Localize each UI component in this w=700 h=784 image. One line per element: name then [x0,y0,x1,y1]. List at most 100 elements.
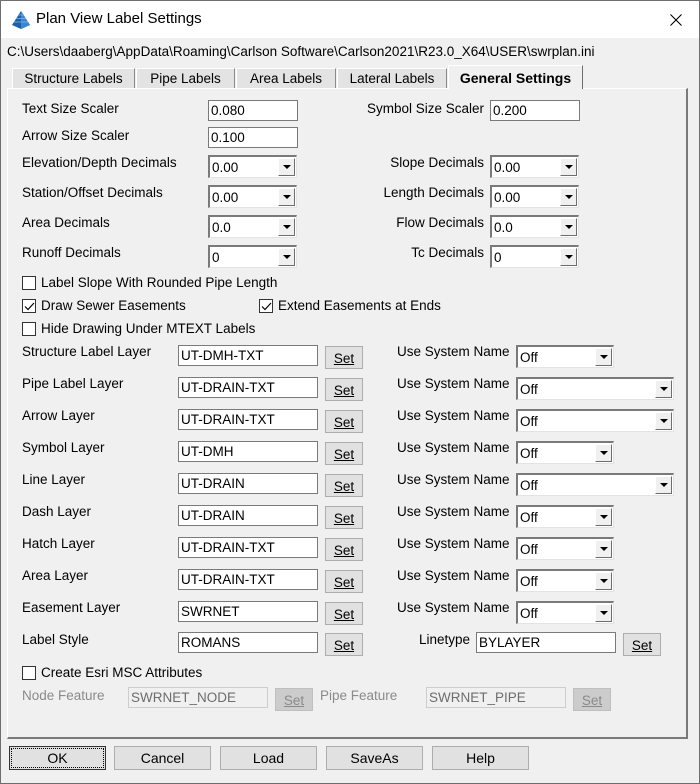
hide-drawing-checkbox[interactable] [22,322,36,336]
arrow-size-scaler-input[interactable]: 0.100 [208,127,298,148]
use-system-name-label: Use System Name [397,440,510,455]
extend-easements-checkbox[interactable] [259,299,273,313]
linetype-set-button[interactable]: Set [623,633,661,656]
hide-drawing-label[interactable]: Hide Drawing Under MTEXT Labels [41,321,255,336]
line-layer-set-button[interactable]: Set [325,474,363,497]
chevron-down-icon[interactable] [595,508,612,526]
arrow-layer-use-system-name-select[interactable]: Off [516,409,674,432]
area-layer-use-system-name-select[interactable]: Off [516,569,614,592]
tab-lateral-labels[interactable]: Lateral Labels [337,68,447,88]
slope-decimals-select[interactable]: 0.00 [490,155,579,178]
draw-sewer-easements-label[interactable]: Draw Sewer Easements [41,298,186,313]
node-feature-set-button[interactable]: Set [275,688,313,711]
text-size-scaler-input[interactable]: 0.080 [208,100,298,121]
chevron-down-icon[interactable] [278,158,295,176]
cancel-button[interactable]: Cancel [114,746,211,770]
chevron-down-icon[interactable] [278,188,295,206]
length-decimals-select[interactable]: 0.00 [490,185,579,208]
select-value: 0.00 [212,190,239,205]
symbol-layer-input[interactable]: UT-DMH [178,441,318,462]
label-slope-checkbox[interactable] [22,276,36,290]
tab-area-labels[interactable]: Area Labels [236,68,336,88]
dash-layer-use-system-name-select[interactable]: Off [516,505,614,528]
station-offset-decimals-select[interactable]: 0.00 [208,185,297,208]
chevron-down-icon[interactable] [595,348,612,366]
chevron-down-icon[interactable] [560,218,577,236]
chevron-down-icon[interactable] [278,248,295,266]
extend-easements-label[interactable]: Extend Easements at Ends [278,298,441,313]
tab-structure-labels[interactable]: Structure Labels [12,68,135,88]
help-button[interactable]: Help [432,746,529,770]
label-style-set-button[interactable]: Set [325,633,363,656]
pipe-label-layer-set-button[interactable]: Set [325,378,363,401]
pipe-label-layer-label: Pipe Label Layer [22,376,124,391]
pipe-label-layer-input[interactable]: UT-DRAIN-TXT [178,377,318,398]
structure-label-layer-set-button[interactable]: Set [325,346,363,369]
area-layer-set-button[interactable]: Set [325,570,363,593]
use-system-name-label: Use System Name [397,536,510,551]
tab-pipe-labels[interactable]: Pipe Labels [136,68,235,88]
select-value: Off [520,446,538,461]
line-layer-use-system-name-select[interactable]: Off [516,473,674,496]
dash-layer-set-button[interactable]: Set [325,506,363,529]
easement-layer-input[interactable]: SWRNET [178,601,318,622]
arrow-layer-set-button[interactable]: Set [325,410,363,433]
symbol-layer-use-system-name-select[interactable]: Off [516,441,614,464]
ok-button[interactable]: OK [9,746,106,770]
create-esri-label[interactable]: Create Esri MSC Attributes [41,665,202,680]
chevron-down-icon[interactable] [595,540,612,558]
arrow-layer-input[interactable]: UT-DRAIN-TXT [178,409,318,430]
structure-label-layer-input[interactable]: UT-DMH-TXT [178,345,318,366]
chevron-down-icon[interactable] [560,188,577,206]
symbol-size-scaler-input[interactable]: 0.200 [490,100,580,121]
label-slope-checkbox-label[interactable]: Label Slope With Rounded Pipe Length [41,275,277,290]
arrow-layer-label: Arrow Layer [22,408,95,423]
flow-decimals-select[interactable]: 0.0 [490,215,579,238]
chevron-down-icon[interactable] [655,476,672,494]
draw-sewer-easements-checkbox[interactable] [22,299,36,313]
chevron-down-icon[interactable] [655,380,672,398]
line-layer-input[interactable]: UT-DRAIN [178,473,318,494]
slope-decimals-label: Slope Decimals [390,155,484,170]
chevron-down-icon[interactable] [278,218,295,236]
set-label: Set [333,447,355,462]
hatch-layer-use-system-name-select[interactable]: Off [516,537,614,560]
chevron-down-icon[interactable] [560,158,577,176]
easement-layer-use-system-name-select[interactable]: Off [516,601,614,624]
chevron-down-icon[interactable] [595,444,612,462]
set-label: Set [333,638,355,653]
tc-decimals-select[interactable]: 0 [490,245,579,268]
label-style-input[interactable]: ROMANS [178,632,318,653]
hatch-layer-input[interactable]: UT-DRAIN-TXT [178,537,318,558]
set-label: Set [333,479,355,494]
chevron-down-icon[interactable] [595,604,612,622]
select-value: 0.00 [212,160,239,175]
pipe-feature-set-button[interactable]: Set [573,688,611,711]
hatch-layer-set-button[interactable]: Set [325,538,363,561]
dash-layer-input[interactable]: UT-DRAIN [178,505,318,526]
load-button[interactable]: Load [220,746,317,770]
pipe-feature-input[interactable]: SWRNET_PIPE [426,687,566,708]
easement-layer-set-button[interactable]: Set [325,602,363,625]
area-layer-label: Area Layer [22,568,89,583]
linetype-input[interactable]: BYLAYER [476,632,616,653]
chevron-down-icon[interactable] [560,248,577,266]
chevron-down-icon[interactable] [595,572,612,590]
runoff-decimals-select[interactable]: 0 [208,245,297,268]
create-esri-checkbox[interactable] [22,666,36,680]
elevation-depth-decimals-label: Elevation/Depth Decimals [22,155,177,170]
pipe-label-layer-use-system-name-select[interactable]: Off [516,377,674,400]
checkmark-icon [24,302,35,311]
area-layer-input[interactable]: UT-DRAIN-TXT [178,569,318,590]
set-label: Set [333,511,355,526]
chevron-down-icon[interactable] [655,412,672,430]
structure-label-layer-use-system-name-select[interactable]: Off [516,345,614,368]
tab-general-settings[interactable]: General Settings [448,65,583,89]
node-feature-input[interactable]: SWRNET_NODE [128,687,268,708]
symbol-layer-set-button[interactable]: Set [325,442,363,465]
select-value: Off [520,350,538,365]
close-button[interactable] [653,1,699,38]
elevation-depth-decimals-select[interactable]: 0.00 [208,155,297,178]
saveas-button[interactable]: SaveAs [326,746,423,770]
area-decimals-select[interactable]: 0.0 [208,215,297,238]
